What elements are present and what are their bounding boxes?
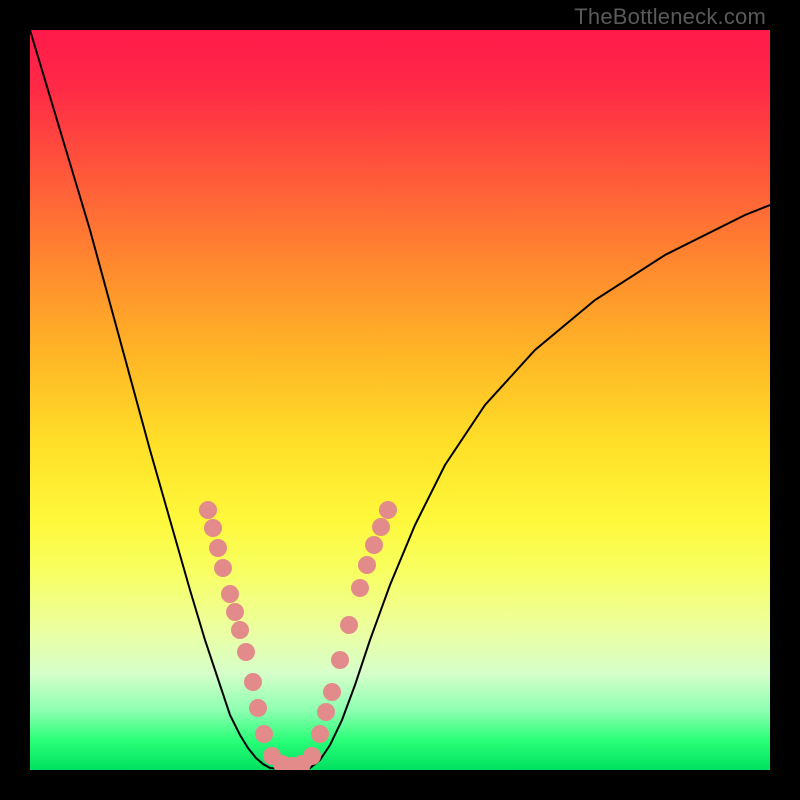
data-marker bbox=[209, 539, 227, 557]
curve-svg bbox=[30, 30, 770, 770]
data-marker bbox=[255, 725, 273, 743]
data-marker bbox=[379, 501, 397, 519]
plot-area bbox=[30, 30, 770, 770]
data-marker bbox=[365, 536, 383, 554]
data-marker bbox=[231, 621, 249, 639]
data-marker bbox=[237, 643, 255, 661]
data-marker bbox=[340, 616, 358, 634]
watermark-text: TheBottleneck.com bbox=[574, 4, 766, 30]
bottleneck-curve bbox=[30, 30, 770, 769]
data-marker bbox=[311, 725, 329, 743]
data-marker bbox=[323, 683, 341, 701]
data-marker bbox=[303, 747, 321, 765]
data-marker bbox=[358, 556, 376, 574]
data-marker bbox=[331, 651, 349, 669]
data-marker bbox=[351, 579, 369, 597]
data-marker bbox=[221, 585, 239, 603]
data-marker bbox=[199, 501, 217, 519]
data-marker bbox=[204, 519, 222, 537]
data-marker bbox=[249, 699, 267, 717]
data-marker bbox=[372, 518, 390, 536]
data-marker bbox=[214, 559, 232, 577]
chart-frame: TheBottleneck.com bbox=[0, 0, 800, 800]
data-marker bbox=[226, 603, 244, 621]
data-markers bbox=[199, 501, 397, 770]
data-marker bbox=[244, 673, 262, 691]
data-marker bbox=[317, 703, 335, 721]
